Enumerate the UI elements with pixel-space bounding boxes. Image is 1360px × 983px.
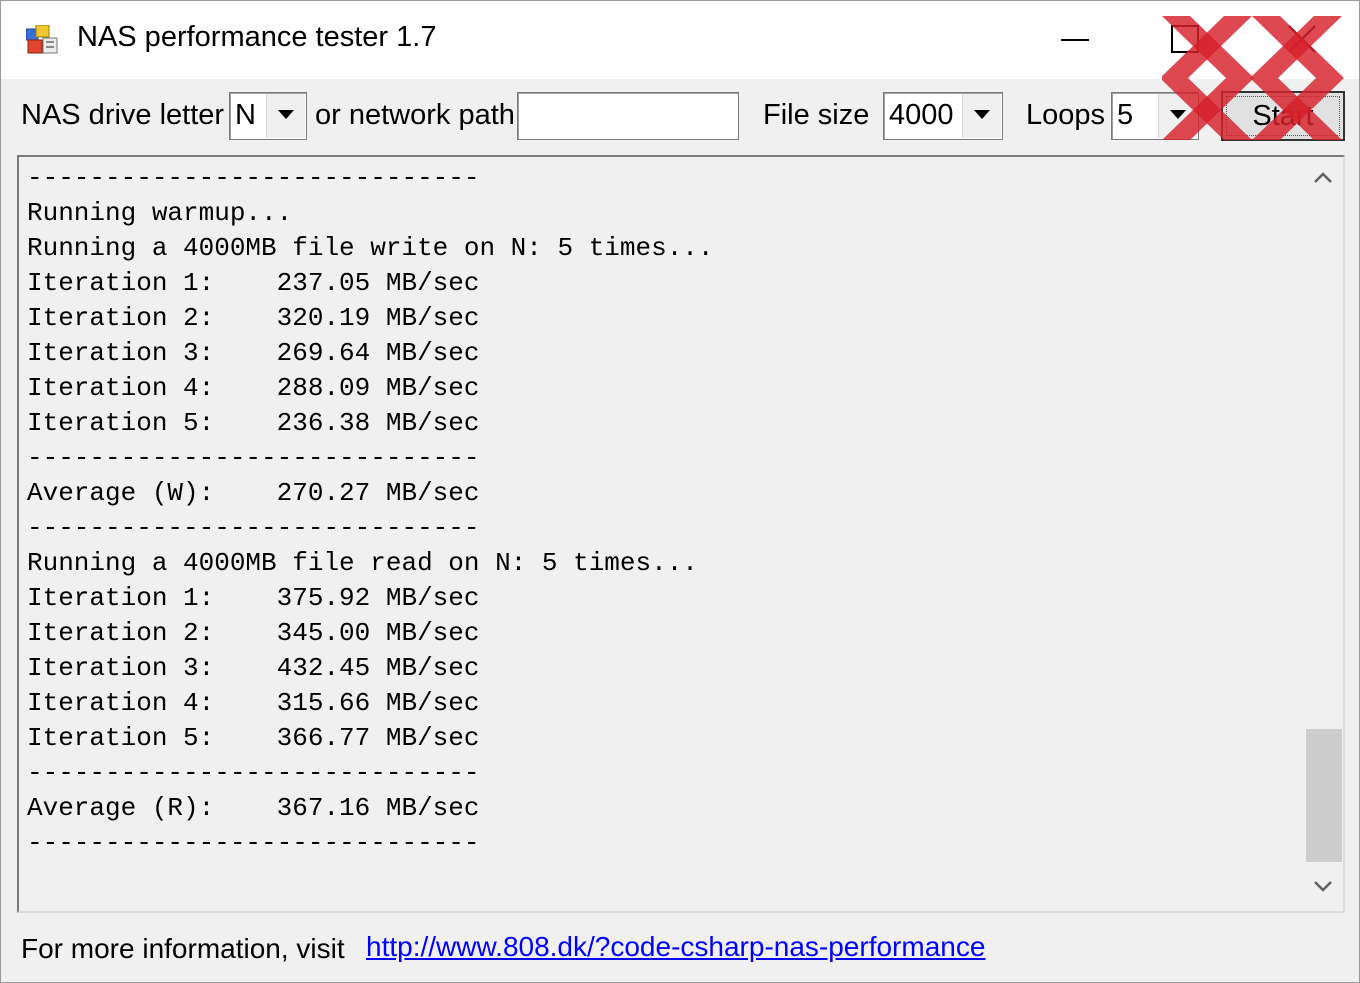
file-size-label: File size [763, 99, 870, 131]
scroll-up-button[interactable] [1303, 157, 1343, 201]
output-line: Running a 4000MB file write on N: 5 time… [27, 233, 714, 263]
output-line: Iteration 2: 345.00 MB/sec [27, 618, 480, 648]
output-line: Iteration 4: 315.66 MB/sec [27, 688, 480, 718]
loops-label: Loops [1026, 99, 1106, 131]
maximize-button[interactable] [1129, 1, 1241, 79]
output-line: ----------------------------- [27, 513, 480, 543]
network-path-input[interactable] [517, 92, 739, 140]
output-line: Running a 4000MB file read on N: 5 times… [27, 548, 698, 578]
loops-value: 5 [1117, 99, 1134, 131]
output-scrollbar[interactable] [1303, 157, 1343, 911]
drive-letter-dropdown-button[interactable] [266, 94, 305, 138]
loops-dropdown-button[interactable] [1158, 94, 1197, 138]
scroll-down-button[interactable] [1303, 867, 1343, 911]
output-line: Average (R): 367.16 MB/sec [27, 793, 480, 823]
output-line: Running warmup... [27, 198, 293, 228]
start-button[interactable]: Start [1221, 91, 1345, 141]
app-icon[interactable] [25, 24, 60, 55]
output-line: ----------------------------- [27, 163, 480, 193]
app-window: NAS performance tester 1.7 NAS drive let… [0, 0, 1360, 983]
drive-letter-select[interactable]: N [229, 92, 307, 140]
output-line: Iteration 3: 269.64 MB/sec [27, 338, 480, 368]
output-lines: ----------------------------- Running war… [27, 161, 714, 861]
maximize-icon [1171, 25, 1199, 53]
window-title: NAS performance tester 1.7 [77, 21, 437, 53]
output-line: Iteration 5: 236.38 MB/sec [27, 408, 480, 438]
output-line: Iteration 5: 366.77 MB/sec [27, 723, 480, 753]
loops-select[interactable]: 5 [1111, 92, 1199, 140]
close-icon [1288, 25, 1316, 53]
info-link[interactable]: http://www.808.dk/?code-csharp-nas-perfo… [366, 931, 985, 963]
drive-letter-label: NAS drive letter [21, 99, 225, 131]
file-size-value: 4000 [889, 99, 954, 131]
output-line: ----------------------------- [27, 443, 480, 473]
chevron-down-icon [1314, 881, 1332, 892]
minimize-button[interactable] [1019, 1, 1131, 79]
output-log[interactable]: ----------------------------- Running war… [17, 155, 1345, 913]
file-size-select[interactable]: 4000 [883, 92, 1003, 140]
output-line: Average (W): 270.27 MB/sec [27, 478, 480, 508]
minimize-icon [1061, 39, 1089, 41]
footer-info-text: For more information, visit [21, 933, 345, 964]
output-line: Iteration 1: 375.92 MB/sec [27, 583, 480, 613]
output-line: Iteration 3: 432.45 MB/sec [27, 653, 480, 683]
output-line: ----------------------------- [27, 828, 480, 858]
output-line: Iteration 2: 320.19 MB/sec [27, 303, 480, 333]
title-bar[interactable]: NAS performance tester 1.7 [1, 1, 1359, 79]
output-line: Iteration 4: 288.09 MB/sec [27, 373, 480, 403]
chevron-up-icon [1314, 172, 1332, 183]
network-path-label: or network path [315, 99, 515, 131]
chevron-down-icon [278, 110, 294, 119]
close-button[interactable] [1245, 1, 1357, 79]
output-line: ----------------------------- [27, 758, 480, 788]
chevron-down-icon [974, 110, 990, 119]
drive-letter-value: N [235, 99, 256, 131]
chevron-down-icon [1170, 110, 1186, 119]
scroll-thumb[interactable] [1306, 729, 1342, 862]
file-size-dropdown-button[interactable] [962, 94, 1001, 138]
output-line: Iteration 1: 237.05 MB/sec [27, 268, 480, 298]
